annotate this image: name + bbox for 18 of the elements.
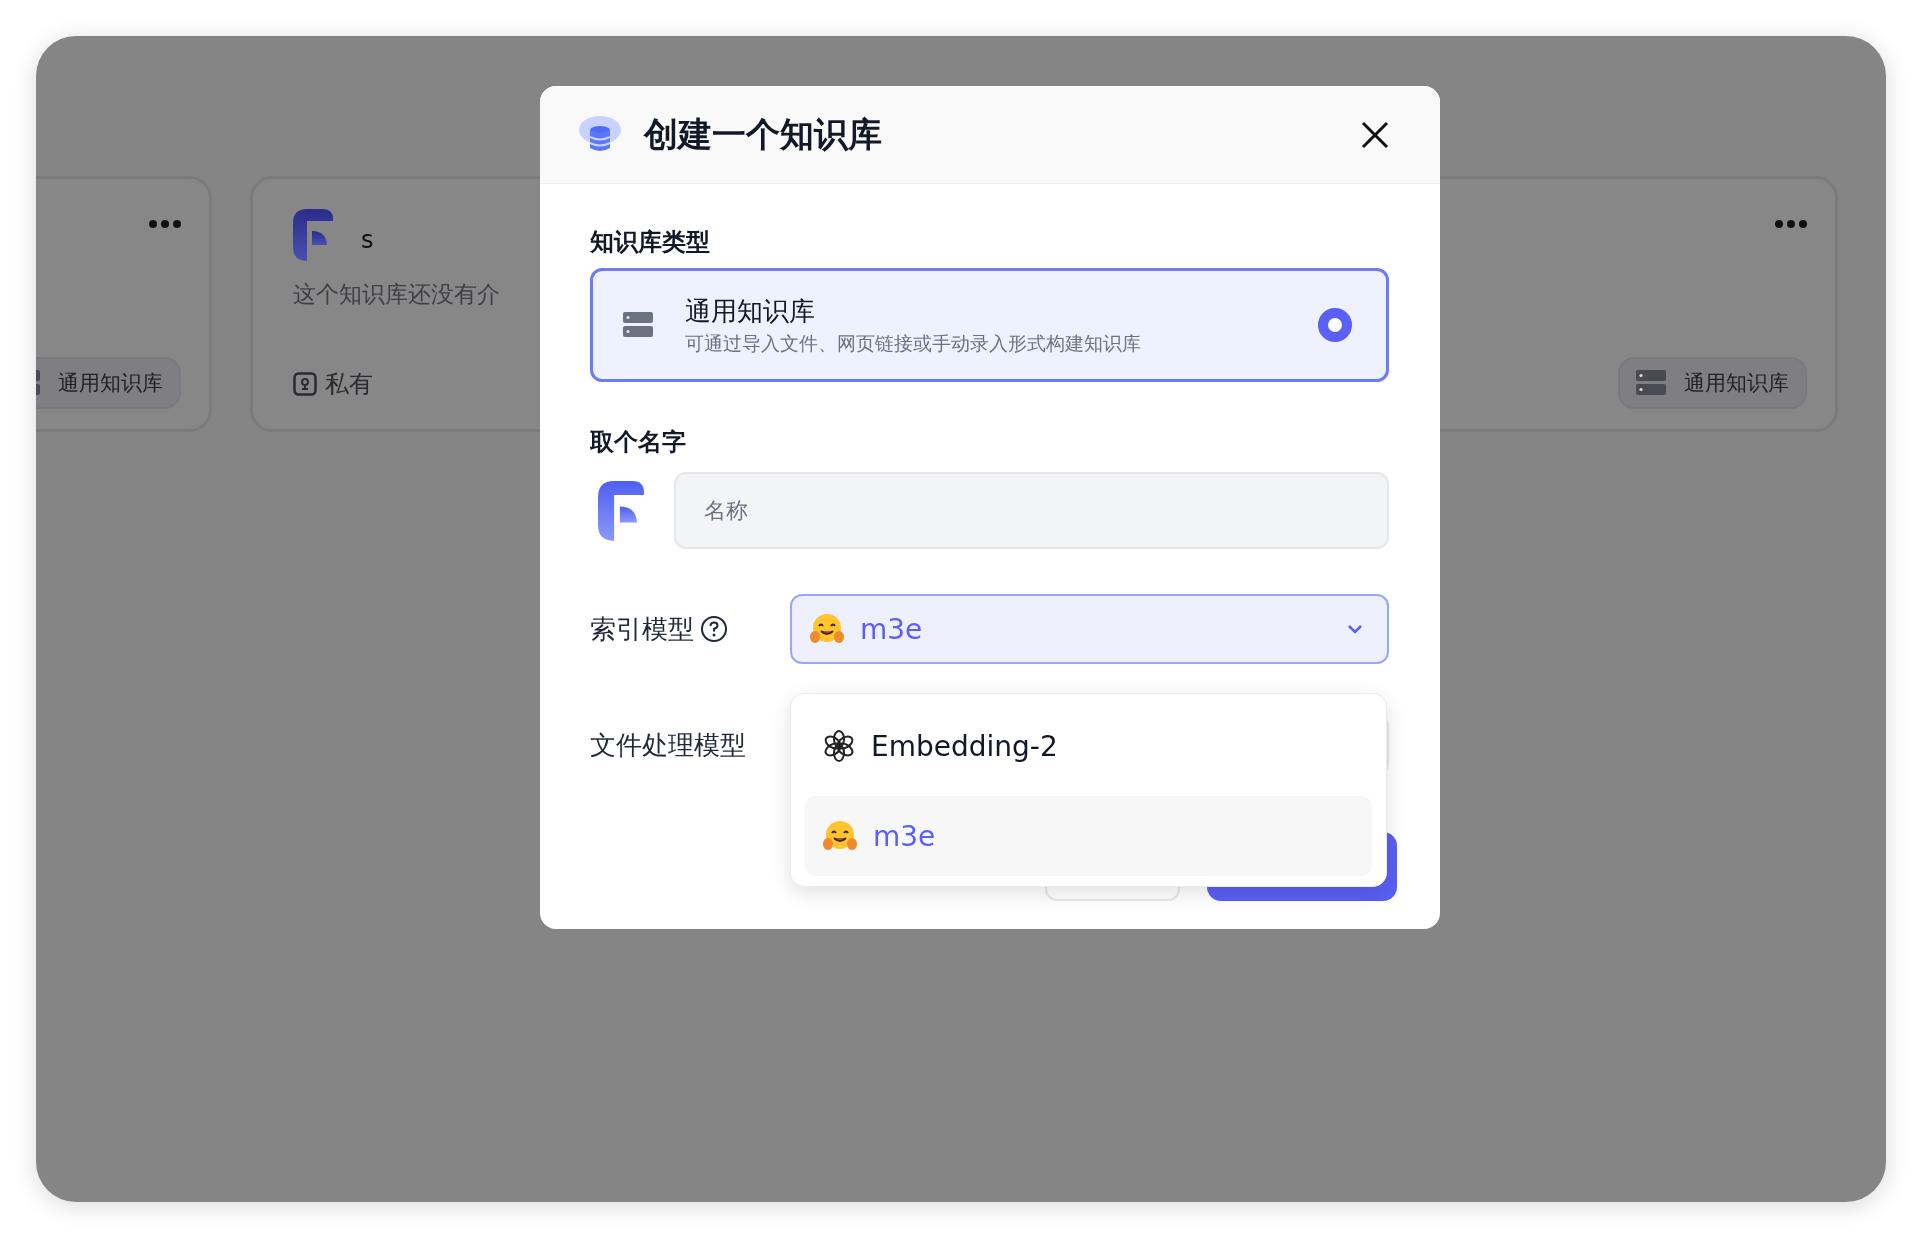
section-label: 知识库类型 xyxy=(590,227,711,258)
card-description: 这个知识库还没有介 xyxy=(293,280,501,309)
field-label: 文件处理模型 xyxy=(590,728,746,762)
tag-text: 通用知识库 xyxy=(58,370,163,397)
menu-item[interactable]: m3e xyxy=(805,796,1372,876)
option-title: 通用知识库 xyxy=(685,294,816,328)
visibility-label: 私有 xyxy=(325,369,373,400)
knowledge-card[interactable]: 通用知识库 xyxy=(36,176,212,432)
option-description: 可通过导入文件、网页链接或手动录入形式构建知识库 xyxy=(685,330,1142,356)
menu-item[interactable]: Embedding-2 xyxy=(805,706,1372,786)
type-option[interactable]: 通用知识库 可通过导入文件、网页链接或手动录入形式构建知识库 xyxy=(590,268,1389,382)
section-label: 取个名字 xyxy=(590,427,687,458)
tag-text: 通用知识库 xyxy=(1684,370,1789,397)
name-input[interactable]: 名称 xyxy=(674,472,1389,549)
card-title: s xyxy=(361,226,374,254)
field-label: 索引模型 xyxy=(590,612,694,646)
model-select[interactable]: m3e xyxy=(790,594,1389,664)
dialog-title: 创建一个知识库 xyxy=(644,112,883,156)
